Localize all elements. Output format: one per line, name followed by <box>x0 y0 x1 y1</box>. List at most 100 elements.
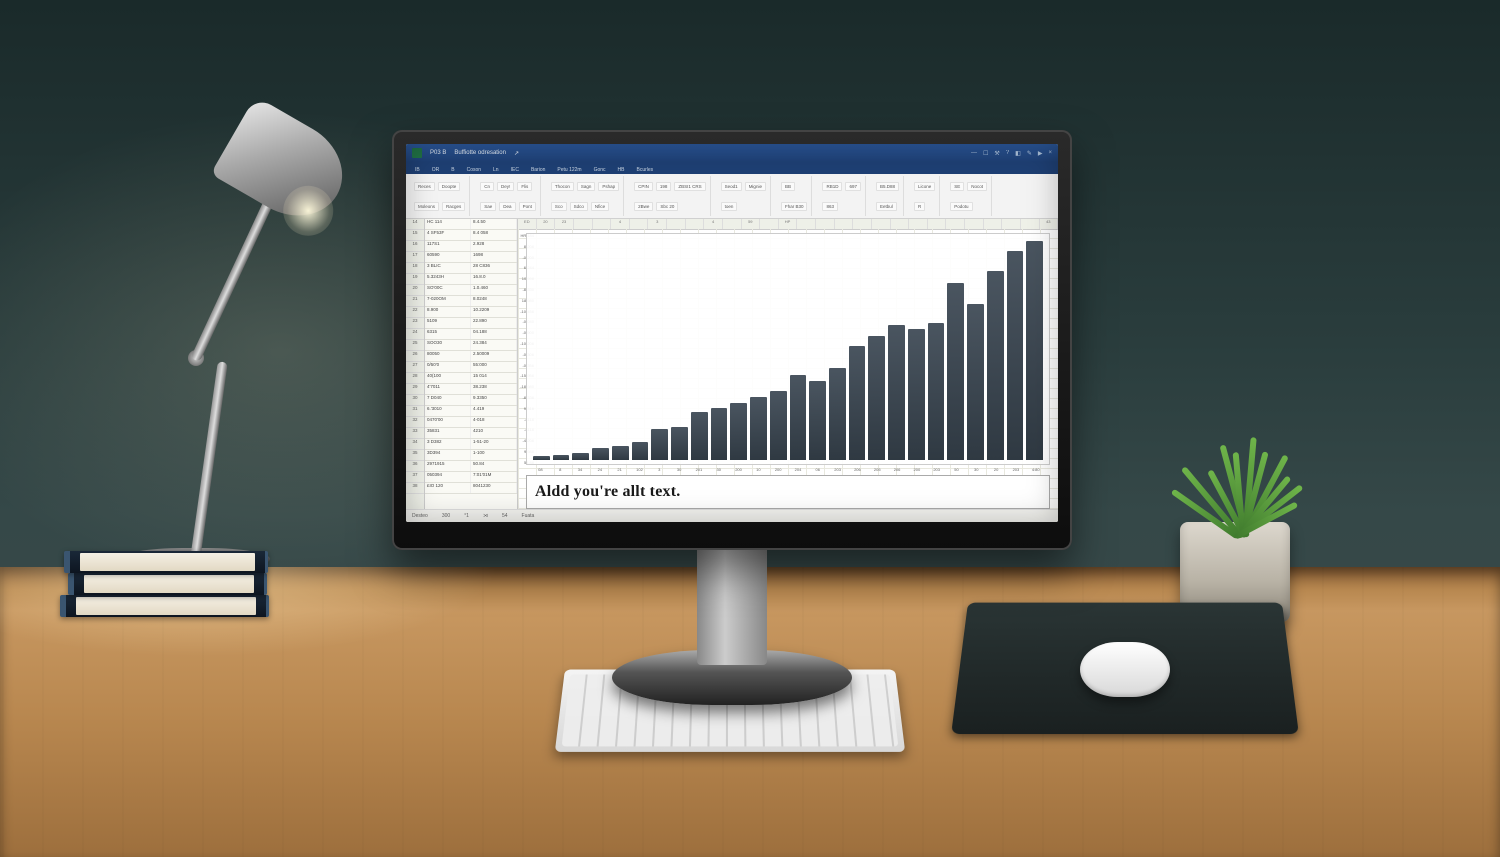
chart-bar[interactable] <box>888 325 905 460</box>
ribbon-button[interactable]: Eetbul <box>876 202 897 211</box>
row-header[interactable]: 34 <box>406 439 424 450</box>
ribbon-tab[interactable]: Ln <box>488 166 504 174</box>
chart-bar[interactable] <box>730 403 747 460</box>
present-icon[interactable]: ▶ <box>1038 150 1043 157</box>
table-row[interactable]: 4 SF53F8.4 058 <box>425 230 517 241</box>
column-header[interactable] <box>872 219 891 229</box>
column-header[interactable] <box>835 219 854 229</box>
row-header[interactable]: 30 <box>406 395 424 406</box>
mouse[interactable] <box>1080 642 1170 697</box>
chart-bar[interactable] <box>790 375 807 460</box>
column-header[interactable] <box>593 219 612 229</box>
ribbon-button[interactable]: Pont <box>519 202 536 211</box>
table-row[interactable]: £IO 1208041230 <box>425 483 517 494</box>
ribbon-button[interactable]: Racges <box>442 202 465 211</box>
chart-bar[interactable] <box>691 412 708 460</box>
row-header[interactable]: 38 <box>406 483 424 494</box>
ribbon-button[interactable]: Sae <box>480 202 496 211</box>
ribbon-button[interactable]: Sbc 20 <box>656 202 678 211</box>
table-row[interactable]: 3 BLIC28 C836 <box>425 263 517 274</box>
chart-bar[interactable] <box>1026 241 1043 460</box>
ribbon-button[interactable]: B5.D88 <box>876 182 899 191</box>
column-header[interactable] <box>909 219 928 229</box>
table-row[interactable]: 358314210 <box>425 428 517 439</box>
table-row[interactable]: 510922.890 <box>425 318 517 329</box>
row-header[interactable]: 19 <box>406 274 424 285</box>
column-header[interactable]: 4 <box>611 219 630 229</box>
chart-bar[interactable] <box>809 381 826 460</box>
chart-bar[interactable] <box>533 456 550 460</box>
table-row[interactable]: HC 1148.4.50 <box>425 219 517 230</box>
ribbon-button[interactable]: SE <box>950 182 964 191</box>
tool-icon[interactable]: ⚒ <box>994 150 999 157</box>
chart-bar[interactable] <box>849 346 866 460</box>
minimize-icon[interactable]: — <box>971 150 977 157</box>
ribbon-tab[interactable]: HB <box>613 166 630 174</box>
column-header[interactable] <box>891 219 910 229</box>
bar-chart[interactable] <box>526 233 1050 465</box>
table-row[interactable]: 0470'004-018 <box>425 417 517 428</box>
ribbon-button[interactable]: Pshap <box>598 182 619 191</box>
table-row[interactable]: 5.3243H16.8.0 <box>425 274 517 285</box>
ribbon-button[interactable]: Nocot <box>967 182 987 191</box>
table-row[interactable]: 7 D0409.3350 <box>425 395 517 406</box>
chart-bar[interactable] <box>711 408 728 460</box>
row-header[interactable]: 33 <box>406 428 424 439</box>
chart-bar[interactable] <box>928 323 945 460</box>
column-header[interactable] <box>797 219 816 229</box>
alt-text-input[interactable]: Aldd you're allt text. <box>526 475 1050 509</box>
ribbon-button[interactable]: Nfice <box>591 202 609 211</box>
chart-bar[interactable] <box>987 271 1004 460</box>
table-row[interactable]: 605901698 <box>425 252 517 263</box>
column-header[interactable]: 4 <box>704 219 723 229</box>
ribbon-button[interactable]: R <box>914 202 925 211</box>
ribbon-button[interactable]: toen <box>721 202 738 211</box>
ribbon-button[interactable]: Sco <box>551 202 567 211</box>
row-header[interactable]: 28 <box>406 373 424 384</box>
row-header[interactable]: 24 <box>406 329 424 340</box>
column-header[interactable] <box>1021 219 1040 229</box>
column-header[interactable] <box>760 219 779 229</box>
column-header[interactable] <box>928 219 947 229</box>
table-row[interactable]: 3D3941-100 <box>425 450 517 461</box>
row-header[interactable]: 32 <box>406 417 424 428</box>
column-header[interactable] <box>965 219 984 229</box>
column-header[interactable] <box>853 219 872 229</box>
ribbon-button[interactable]: 198 <box>656 182 672 191</box>
chart-bar[interactable] <box>908 329 925 460</box>
ribbon-button[interactable]: Thocon <box>551 182 574 191</box>
maximize-icon[interactable]: ☐ <box>983 150 988 157</box>
ribbon-button[interactable]: Dea <box>499 202 515 211</box>
ribbon-button[interactable]: BB <box>781 182 795 191</box>
ribbon-button[interactable]: 863 <box>822 202 838 211</box>
ribbon-button[interactable]: Flis <box>517 182 532 191</box>
ribbon-button[interactable]: Dey! <box>497 182 514 191</box>
ribbon-button[interactable]: Podotu <box>950 202 972 211</box>
ribbon-button[interactable]: Doopte <box>438 182 461 191</box>
row-header[interactable]: 14 <box>406 219 424 230</box>
table-row[interactable]: 297191550.84 <box>425 461 517 472</box>
ribbon-button[interactable]: Sdco <box>570 202 588 211</box>
sheet-main[interactable]: ED202343459HP43 HR 1848-208-0-2006-24410… <box>518 219 1058 509</box>
column-header[interactable]: 23 <box>555 219 574 229</box>
ribbon-button[interactable]: Cn <box>480 182 494 191</box>
close-icon[interactable]: × <box>1048 150 1052 157</box>
ribbon-button[interactable]: Mignie <box>745 182 766 191</box>
comment-icon[interactable]: ✎ <box>1027 150 1032 157</box>
column-header[interactable]: HP <box>779 219 798 229</box>
table-row[interactable]: 7-020OM8.0248 <box>425 296 517 307</box>
row-header[interactable]: 16 <box>406 241 424 252</box>
ribbon-button[interactable]: Sagn <box>577 182 596 191</box>
chart-bar[interactable] <box>1007 251 1024 460</box>
chart-bar[interactable] <box>632 442 649 460</box>
row-header[interactable]: 26 <box>406 351 424 362</box>
row-header[interactable]: 25 <box>406 340 424 351</box>
title-bar[interactable]: P03 B Buffiotte odresation ↗ — ☐ ⚒ ? ◧ ✎… <box>406 144 1058 162</box>
table-row[interactable]: 800502.50009 <box>425 351 517 362</box>
chart-bar[interactable] <box>829 368 846 461</box>
column-header[interactable]: 59 <box>742 219 761 229</box>
ribbon-tab[interactable]: OR <box>427 166 445 174</box>
row-header[interactable]: 35 <box>406 450 424 461</box>
chart-bar[interactable] <box>750 397 767 460</box>
table-row[interactable]: 0503947:01'01M <box>425 472 517 483</box>
